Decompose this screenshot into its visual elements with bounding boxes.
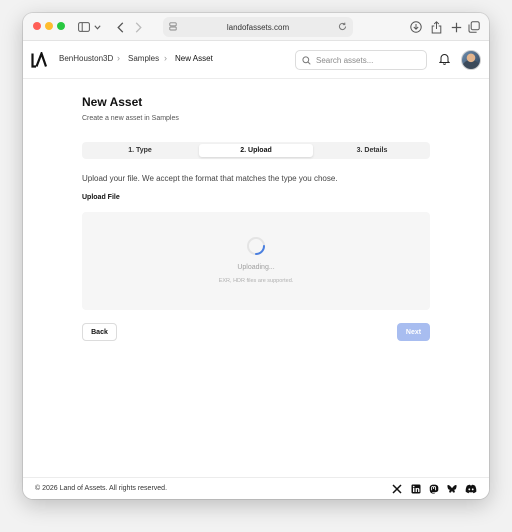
land-of-assets-logo[interactable] xyxy=(31,52,47,68)
upload-file-label: Upload File xyxy=(82,194,120,201)
page-subtitle: Create a new asset in Samples xyxy=(82,115,179,122)
browser-window: landofassets.com BenHouston3D › Samples … xyxy=(23,13,489,499)
tab-overview-icon[interactable] xyxy=(467,19,481,35)
minimize-window-button[interactable] xyxy=(45,22,53,30)
back-button[interactable]: Back xyxy=(82,323,117,341)
notifications-bell-icon[interactable] xyxy=(439,53,450,65)
forward-arrow-icon[interactable] xyxy=(133,19,143,35)
upload-instructions: Upload your file. We accept the format t… xyxy=(82,174,338,183)
site-header: BenHouston3D › Samples › New Asset Searc… xyxy=(23,41,489,79)
maximize-window-button[interactable] xyxy=(57,22,65,30)
upload-status: Uploading... xyxy=(237,264,275,271)
tab-upload[interactable]: 2. Upload xyxy=(199,144,313,157)
sidebar-toggle-icon[interactable] xyxy=(77,19,91,35)
share-icon[interactable] xyxy=(429,19,443,35)
chevron-down-icon[interactable] xyxy=(93,19,101,35)
url-text: landofassets.com xyxy=(226,22,290,32)
page-title: New Asset xyxy=(82,95,143,109)
site-footer: © 2026 Land of Assets. All rights reserv… xyxy=(23,477,489,499)
close-window-button[interactable] xyxy=(33,22,41,30)
discord-icon[interactable] xyxy=(465,484,477,494)
site-settings-icon[interactable] xyxy=(169,22,177,33)
reload-icon[interactable] xyxy=(338,22,347,33)
upload-format-hint: EXR, HDR files are supported. xyxy=(218,278,294,284)
back-arrow-icon[interactable] xyxy=(115,19,125,35)
upload-dropzone[interactable]: Uploading... EXR, HDR files are supporte… xyxy=(82,212,430,310)
breadcrumb-current: New Asset xyxy=(175,54,213,63)
breadcrumb-collection[interactable]: Samples xyxy=(128,54,159,63)
breadcrumb-separator-icon: › xyxy=(117,53,120,63)
linkedin-icon[interactable] xyxy=(411,484,421,494)
copyright-text: © 2026 Land of Assets. All rights reserv… xyxy=(35,485,168,492)
search-icon xyxy=(302,56,311,65)
browser-toolbar: landofassets.com xyxy=(23,13,489,41)
tab-type[interactable]: 1. Type xyxy=(84,144,196,157)
new-tab-icon[interactable] xyxy=(449,19,463,35)
search-input[interactable]: Search assets... xyxy=(295,50,427,70)
loading-spinner-icon xyxy=(247,237,265,255)
breadcrumb-user[interactable]: BenHouston3D xyxy=(59,54,113,63)
address-bar[interactable]: landofassets.com xyxy=(163,17,353,37)
user-avatar[interactable] xyxy=(461,50,481,70)
step-tabs: 1. Type 2. Upload 3. Details xyxy=(82,142,430,159)
mastodon-icon[interactable] xyxy=(429,484,439,494)
breadcrumb-separator-icon: › xyxy=(164,53,167,63)
downloads-icon[interactable] xyxy=(409,19,423,35)
search-placeholder: Search assets... xyxy=(316,56,374,65)
bluesky-icon[interactable] xyxy=(447,484,457,494)
x-icon[interactable] xyxy=(392,484,402,494)
tab-details[interactable]: 3. Details xyxy=(316,144,428,157)
next-button[interactable]: Next xyxy=(397,323,430,341)
